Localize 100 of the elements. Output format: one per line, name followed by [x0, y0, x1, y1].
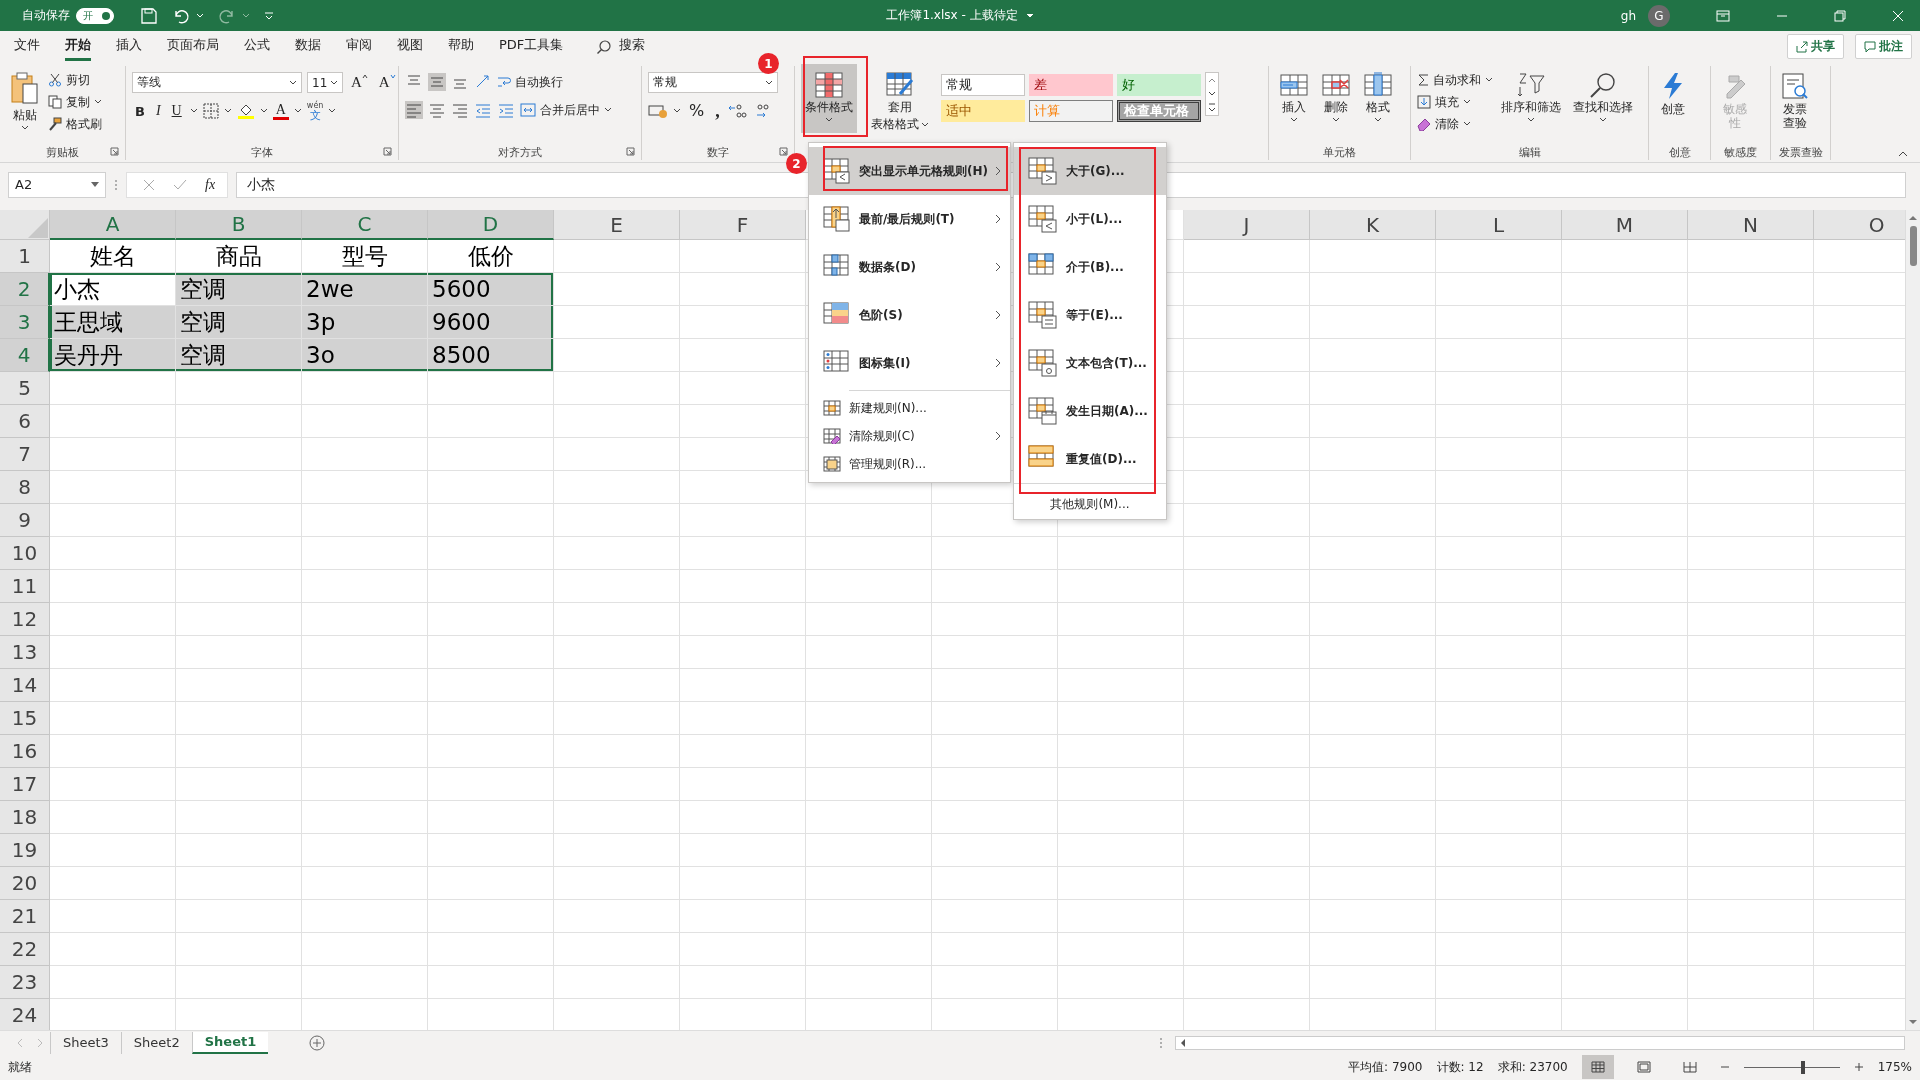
ribbon-button[interactable]: 创意: [1655, 68, 1691, 121]
row-header[interactable]: 11: [0, 570, 50, 603]
column-header[interactable]: L: [1436, 210, 1562, 240]
search-field[interactable]: 搜索: [619, 32, 646, 61]
ribbon-display-icon[interactable]: [1716, 9, 1730, 22]
column-header[interactable]: O: [1814, 210, 1905, 240]
align-left-icon[interactable]: [405, 101, 423, 119]
sheet-cell[interactable]: 2we: [302, 273, 428, 306]
row-header[interactable]: 10: [0, 537, 50, 570]
menu-item[interactable]: 最前/最后规则(T): [809, 195, 1010, 243]
menu-item[interactable]: 发生日期(A)...: [1014, 387, 1166, 435]
cell-style-option[interactable]: 好: [1117, 74, 1201, 96]
ribbon-tab[interactable]: 插入: [116, 32, 142, 61]
zoom-in-icon[interactable]: [1853, 1062, 1864, 1072]
clear-button[interactable]: 清除: [1417, 114, 1493, 134]
ribbon-tab[interactable]: 文件: [14, 32, 40, 61]
row-header[interactable]: 16: [0, 735, 50, 768]
cancel-icon[interactable]: [143, 178, 155, 191]
menu-item[interactable]: 大于(G)...: [1014, 147, 1166, 195]
font-size-field[interactable]: 11: [307, 72, 343, 93]
caret-icon[interactable]: [1025, 12, 1034, 19]
horizontal-scrollbar[interactable]: [1175, 1035, 1905, 1050]
bold-button[interactable]: B: [132, 103, 148, 119]
row-header[interactable]: 24: [0, 999, 50, 1030]
name-box[interactable]: A2: [8, 171, 106, 198]
menu-item[interactable]: 新建规则(N)...: [809, 394, 1010, 422]
cell-style-option[interactable]: 差: [1029, 74, 1113, 96]
dialog-launcher-icon[interactable]: [779, 147, 788, 156]
caret-icon[interactable]: [189, 108, 198, 114]
row-header[interactable]: 20: [0, 867, 50, 900]
sheet-cell[interactable]: 空调: [176, 273, 302, 306]
sheet-tab[interactable]: Sheet3: [50, 1031, 121, 1054]
caret-icon[interactable]: [223, 108, 232, 114]
wrap-text-button[interactable]: 自动换行: [497, 72, 563, 92]
ribbon-tab[interactable]: PDF工具集: [499, 32, 564, 61]
sheet-cell[interactable]: 空调: [176, 339, 302, 372]
avatar[interactable]: G: [1648, 4, 1670, 27]
caret-icon[interactable]: [328, 108, 337, 114]
cells-button[interactable]: 格式: [1359, 68, 1397, 127]
align-center-icon[interactable]: [428, 101, 446, 119]
sheet-cell[interactable]: 吴丹丹: [50, 339, 176, 372]
align-right-icon[interactable]: [451, 101, 469, 119]
phonetic-button[interactable]: wén 文: [306, 101, 324, 121]
ribbon-tab[interactable]: 公式: [244, 32, 270, 61]
ribbon-tab[interactable]: 帮助: [448, 32, 474, 61]
dialog-launcher-icon[interactable]: [383, 147, 392, 156]
drag-handle-icon[interactable]: [114, 177, 118, 192]
comments-button[interactable]: 批注: [1855, 34, 1912, 59]
cut-button[interactable]: 剪切: [48, 70, 102, 90]
insert-function-button[interactable]: fx: [205, 176, 216, 193]
customize-icon[interactable]: [264, 10, 274, 21]
copy-button[interactable]: 复制: [48, 92, 102, 112]
row-header[interactable]: 4: [0, 339, 50, 372]
share-button[interactable]: 共享: [1787, 34, 1844, 59]
borders-icon[interactable]: [202, 103, 219, 119]
comma-button[interactable]: ,: [712, 103, 723, 118]
column-header[interactable]: A: [50, 210, 176, 240]
fill-button[interactable]: 填充: [1417, 92, 1493, 112]
ribbon-tab[interactable]: 开始: [65, 32, 91, 61]
row-header[interactable]: 14: [0, 669, 50, 702]
restore-icon[interactable]: [1834, 9, 1846, 22]
sheet-cell[interactable]: 9600: [428, 306, 554, 339]
column-header[interactable]: N: [1688, 210, 1814, 240]
font-name-field[interactable]: 等线: [132, 72, 302, 93]
row-header[interactable]: 8: [0, 471, 50, 504]
number-format-field[interactable]: 常规: [648, 72, 778, 93]
collapse-ribbon-icon[interactable]: [1898, 150, 1908, 158]
row-header[interactable]: 2: [0, 273, 50, 306]
add-sheet-icon[interactable]: [308, 1033, 327, 1052]
sheet-cell[interactable]: 5600: [428, 273, 554, 306]
save-icon[interactable]: [140, 6, 158, 25]
row-header[interactable]: 18: [0, 801, 50, 834]
drag-handle-icon[interactable]: [1159, 1036, 1163, 1049]
row-header[interactable]: 3: [0, 306, 50, 339]
column-header[interactable]: F: [680, 210, 806, 240]
column-header[interactable]: M: [1562, 210, 1688, 240]
sheet-tab[interactable]: Sheet2: [120, 1031, 192, 1054]
sheet-cell[interactable]: 8500: [428, 339, 554, 372]
currency-icon[interactable]: [648, 102, 668, 119]
caret-icon[interactable]: [293, 108, 302, 114]
row-header[interactable]: 21: [0, 900, 50, 933]
row-header[interactable]: 7: [0, 438, 50, 471]
row-header[interactable]: 13: [0, 636, 50, 669]
cell-style-option[interactable]: 适中: [941, 100, 1025, 122]
column-header[interactable]: B: [176, 210, 302, 240]
menu-item[interactable]: 小于(L)...: [1014, 195, 1166, 243]
sheet-cell[interactable]: 3o: [302, 339, 428, 372]
menu-item[interactable]: 介于(B)...: [1014, 243, 1166, 291]
menu-item[interactable]: 管理规则(R)...: [809, 450, 1010, 478]
row-header[interactable]: 9: [0, 504, 50, 537]
caret-icon[interactable]: [196, 12, 204, 19]
sheet-cell[interactable]: 3p: [302, 306, 428, 339]
menu-item[interactable]: 其他规则(M)...: [1050, 496, 1130, 513]
ribbon-tab[interactable]: 页面布局: [167, 32, 219, 61]
menu-item[interactable]: 等于(E)...: [1014, 291, 1166, 339]
increase-decimal-icon[interactable]: [727, 102, 748, 119]
ribbon-tab[interactable]: 审阅: [346, 32, 372, 61]
vertical-scrollbar[interactable]: [1905, 210, 1920, 1030]
percent-button[interactable]: %: [686, 101, 708, 120]
menu-item[interactable]: 色阶(S): [809, 291, 1010, 339]
